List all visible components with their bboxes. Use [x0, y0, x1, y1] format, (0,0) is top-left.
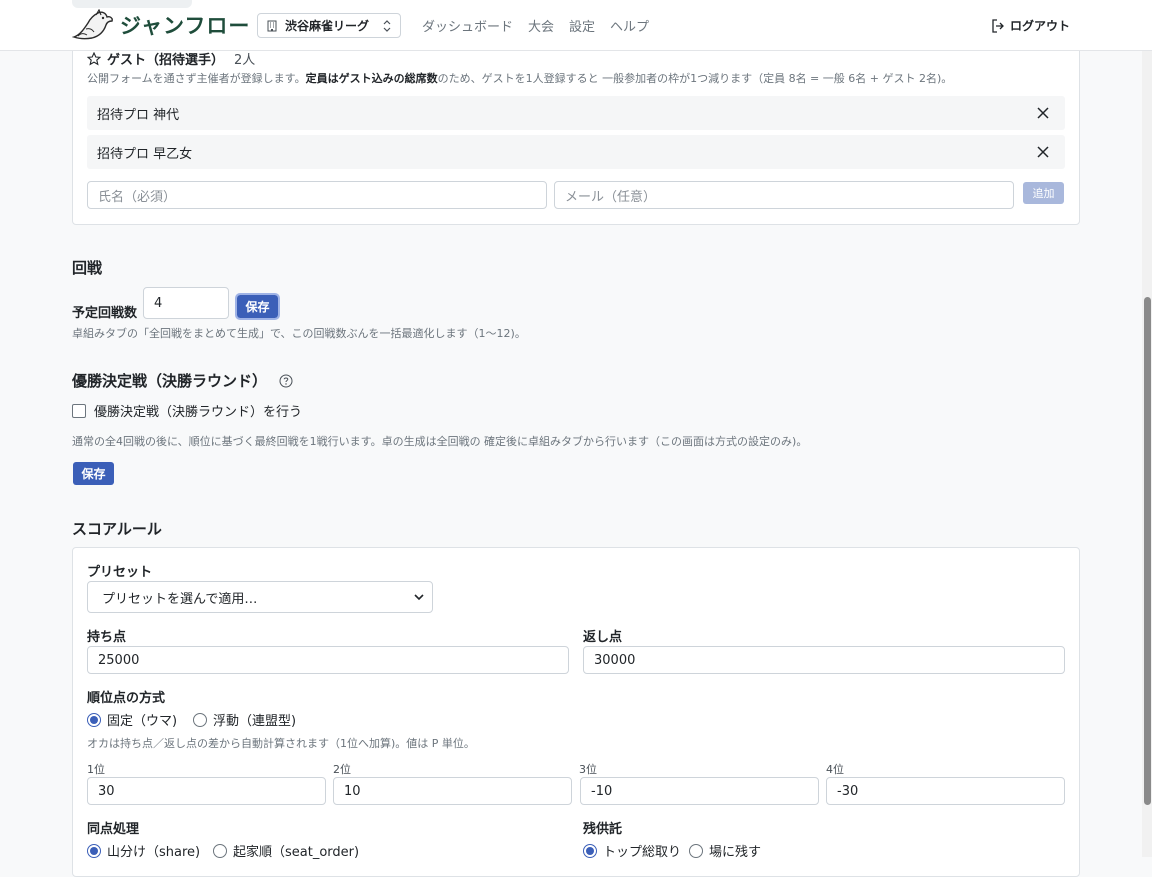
rounds-input[interactable]: 4 [143, 287, 229, 319]
league-name: 渋谷麻雀リーグ [285, 19, 370, 33]
return-points-input[interactable]: 30000 [583, 646, 1065, 674]
nav-tournaments[interactable]: 大会 [528, 16, 554, 35]
kyotaku-top-radio[interactable] [583, 843, 597, 858]
rank-1-label: 1位 [87, 763, 105, 776]
rank-fixed-option[interactable]: 固定（ウマ) [87, 710, 177, 729]
preset-label: プリセット [87, 565, 153, 580]
final-title: 優勝決定戦（決勝ラウンド） [72, 372, 268, 390]
rounds-label: 予定回戦数 [72, 306, 138, 321]
final-help: 通常の全4回戦の後に、順位に基づく最終回戦を1戦行います。卓の生成は全回戦の 確… [72, 435, 808, 448]
tie-label: 同点処理 [87, 822, 140, 837]
kyotaku-keep-option[interactable]: 場に残す [689, 841, 761, 860]
rank-4-label: 4位 [826, 763, 844, 776]
page-scrollbar-thumb[interactable] [1144, 297, 1151, 805]
final-checkbox-label: 優勝決定戦（決勝ラウンド）を行う [94, 405, 303, 420]
rank-4-input[interactable]: -30 [826, 777, 1065, 805]
tie-seat-radio[interactable] [213, 843, 227, 858]
add-guest-button[interactable]: 追加 [1023, 182, 1064, 204]
rank-float-label: 浮動（連盟型) [213, 714, 297, 729]
start-points-label: 持ち点 [87, 630, 127, 645]
guests-header: ゲスト（招待選手） 2人 [87, 49, 255, 68]
dragon-logo-icon [72, 9, 113, 40]
preset-value: プリセットを選んで適用… [102, 591, 258, 607]
kyotaku-keep-label: 場に残す [709, 845, 762, 860]
remove-guest-close-icon[interactable] [1037, 146, 1049, 158]
logout-button[interactable]: ログアウト [991, 17, 1070, 34]
tie-seat-option[interactable]: 起家順（seat_order) [213, 841, 359, 860]
guests-title: ゲスト（招待選手） [107, 53, 225, 68]
guests-description: 公開フォームを通さず主催者が登録します。定員はゲスト込みの総席数のため、ゲストを… [87, 70, 952, 86]
scroll-shadow [72, 0, 192, 8]
rank-3-input[interactable]: -10 [580, 777, 819, 805]
logout-label: ログアウト [1009, 19, 1070, 33]
rank-float-option[interactable]: 浮動（連盟型) [193, 710, 296, 729]
return-points-label: 返し点 [583, 630, 623, 645]
chevron-updown-icon [383, 19, 391, 32]
nav-help[interactable]: ヘルプ [610, 16, 649, 35]
guest-item: 招待プロ 早乙女 [87, 135, 1065, 169]
nav-dashboard[interactable]: ダッシュボード [422, 16, 513, 35]
kyotaku-top-label: トップ総取り [603, 845, 682, 860]
final-checkbox[interactable] [72, 403, 86, 418]
guest-item: 招待プロ 神代 [87, 96, 1065, 130]
star-icon [87, 51, 101, 66]
rank-1-input[interactable]: 30 [87, 777, 326, 805]
tie-share-option[interactable]: 山分け（share) [87, 841, 200, 860]
app-logo[interactable]: ジャンフロー [72, 9, 250, 41]
guests-count: 2人 [234, 53, 256, 68]
rank-fixed-label: 固定（ウマ) [107, 714, 178, 729]
guest-name: 招待プロ 神代 [97, 107, 180, 123]
oka-help: オカは持ち点／返し点の差から自動計算されます（1位へ加算)。値は P 単位。 [87, 737, 475, 750]
rounds-title: 回戦 [72, 259, 103, 277]
chevron-down-icon [414, 593, 424, 600]
start-points-input[interactable]: 25000 [87, 646, 569, 674]
building-icon [267, 20, 277, 31]
rounds-help: 卓組みタブの「全回戦をまとめて生成」で、この回戦数ぶんを一括最適化します（1〜1… [72, 327, 526, 340]
kyotaku-top-option[interactable]: トップ総取り [583, 841, 681, 860]
rank-2-label: 2位 [333, 763, 351, 776]
guest-name: 招待プロ 早乙女 [97, 146, 193, 162]
guests-desc-bold: 定員はゲスト込みの総席数 [305, 72, 438, 85]
rank-2-input[interactable]: 10 [333, 777, 572, 805]
guests-desc-1: 公開フォームを通さず主催者が登録します。 [87, 72, 306, 85]
rounds-save-button[interactable]: 保存 [235, 293, 280, 320]
rank-method-label: 順位点の方式 [87, 691, 166, 706]
help-circle-icon[interactable] [279, 374, 293, 388]
tie-share-radio[interactable] [87, 843, 101, 858]
guests-desc-2: のため、ゲストを1人登録すると 一般参加者の枠が1つ減ります（定員 8名 = 一… [437, 72, 953, 85]
remove-guest-close-icon[interactable] [1037, 107, 1049, 119]
final-header: 優勝決定戦（決勝ラウンド） [72, 370, 293, 391]
kyotaku-label: 残供託 [583, 822, 623, 837]
preset-select[interactable]: プリセットを選んで適用… [87, 581, 433, 613]
rank-float-radio[interactable] [193, 712, 207, 727]
top-navbar: ジャンフロー 渋谷麻雀リーグ ダッシュボード 大会 設定 ヘルプ ログアウト [0, 0, 1152, 51]
league-selector[interactable]: 渋谷麻雀リーグ [257, 13, 401, 38]
rank-3-label: 3位 [579, 763, 597, 776]
nav-settings[interactable]: 設定 [569, 16, 595, 35]
guest-name-input[interactable]: 氏名（必須） [87, 181, 547, 209]
rank-fixed-radio[interactable] [87, 712, 101, 727]
score-title: スコアルール [72, 520, 162, 538]
tie-share-label: 山分け（share) [107, 845, 201, 860]
final-save-button[interactable]: 保存 [73, 462, 114, 485]
logout-icon [992, 18, 1004, 33]
guest-email-input[interactable]: メール（任意） [554, 181, 1014, 209]
logo-text: ジャンフロー [120, 14, 251, 38]
final-checkbox-row[interactable]: 優勝決定戦（決勝ラウンド）を行う [72, 401, 302, 420]
main-nav: ダッシュボード 大会 設定 ヘルプ [422, 16, 649, 35]
tie-seat-label: 起家順（seat_order) [233, 845, 360, 860]
kyotaku-keep-radio[interactable] [689, 843, 703, 858]
